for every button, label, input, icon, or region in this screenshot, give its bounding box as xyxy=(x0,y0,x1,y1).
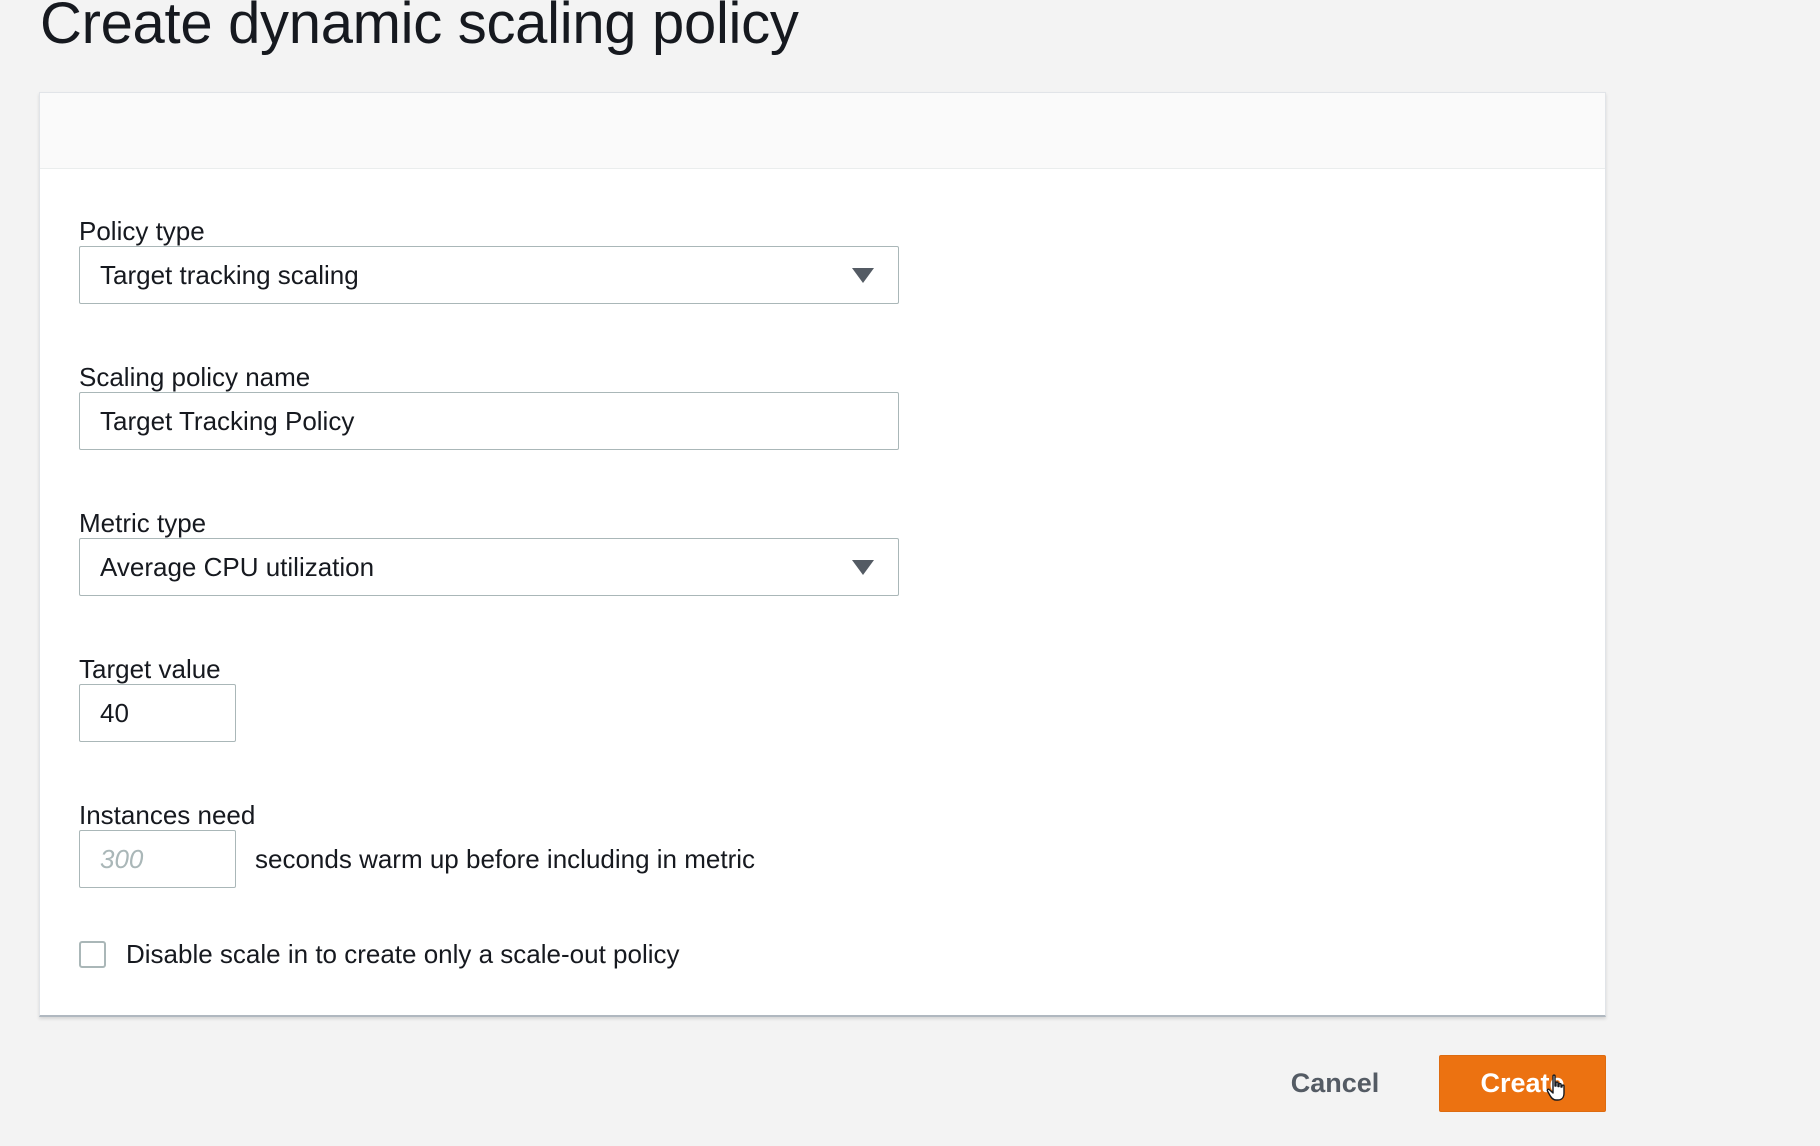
warmup-suffix-text: seconds warm up before including in metr… xyxy=(255,844,756,874)
warmup-row: 300 seconds warm up before including in … xyxy=(40,830,940,888)
policy-type-value: Target tracking scaling xyxy=(100,260,359,290)
scaling-policy-name-input[interactable]: Target Tracking Policy xyxy=(79,392,899,450)
metric-type-value: Average CPU utilization xyxy=(100,552,375,582)
disable-scale-in-checkbox[interactable] xyxy=(79,941,106,968)
cancel-button[interactable]: Cancel xyxy=(1273,1054,1397,1112)
policy-type-select[interactable]: Target tracking scaling xyxy=(79,246,899,304)
page-title: Create dynamic scaling policy xyxy=(40,0,799,56)
policy-form-panel: Policy type Target tracking scaling Scal… xyxy=(39,92,1606,1017)
policy-type-label: Policy type xyxy=(79,216,205,246)
scaling-policy-name-label: Scaling policy name xyxy=(79,362,311,392)
chevron-down-icon xyxy=(852,268,874,283)
metric-type-select[interactable]: Average CPU utilization xyxy=(79,538,899,596)
target-value-input[interactable]: 40 xyxy=(79,684,236,742)
panel-header xyxy=(40,93,1605,169)
warmup-seconds-input[interactable]: 300 xyxy=(79,830,236,888)
scaling-policy-name-value: Target Tracking Policy xyxy=(100,406,355,436)
metric-type-label: Metric type xyxy=(79,508,207,538)
target-value-label: Target value xyxy=(79,654,221,684)
chevron-down-icon xyxy=(852,560,874,575)
warmup-placeholder: 300 xyxy=(100,844,144,874)
target-value-value: 40 xyxy=(100,698,129,728)
disable-scale-in-label[interactable]: Disable scale in to create only a scale-… xyxy=(126,938,680,970)
warmup-label: Instances need xyxy=(79,800,256,830)
create-button[interactable]: Create xyxy=(1439,1055,1606,1112)
